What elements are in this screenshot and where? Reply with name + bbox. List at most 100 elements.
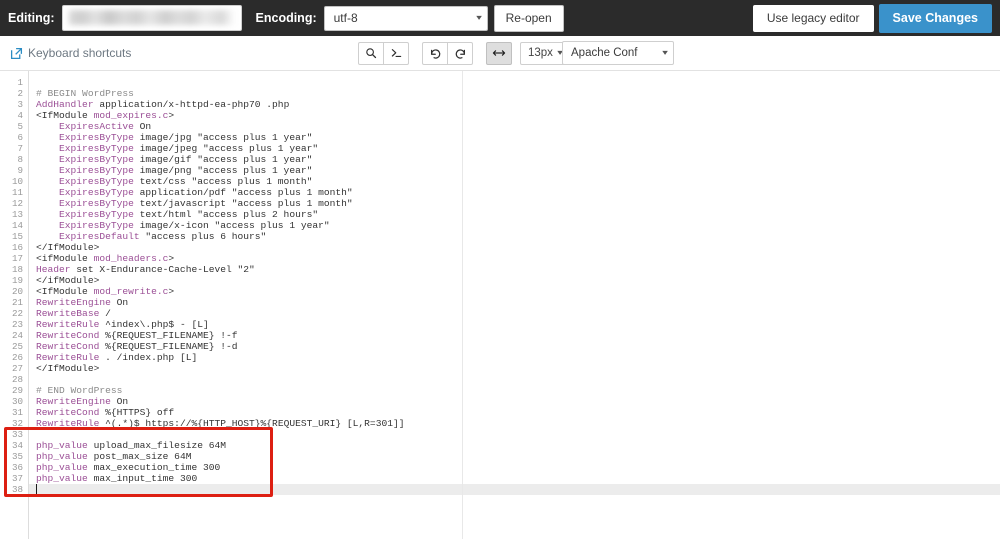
editing-filename-field[interactable] — [61, 5, 242, 31]
code-line[interactable]: RewriteCond %{REQUEST_FILENAME} !-f — [36, 330, 1000, 341]
line-number[interactable]: 12 — [0, 198, 28, 209]
code-line[interactable]: php_value upload_max_filesize 64M — [36, 440, 1000, 451]
line-number[interactable]: 34 — [0, 440, 28, 451]
code-token: application/pdf "access plus 1 month" — [133, 187, 353, 198]
code-line[interactable]: ExpiresByType image/jpeg "access plus 1 … — [36, 143, 1000, 154]
line-number[interactable]: 26 — [0, 352, 28, 363]
line-number[interactable]: 30 — [0, 396, 28, 407]
keyboard-shortcuts-link[interactable]: Keyboard shortcuts — [10, 46, 131, 60]
line-number[interactable]: 35 — [0, 451, 28, 462]
code-line[interactable]: php_value max_execution_time 300 — [36, 462, 1000, 473]
syntax-mode-select[interactable]: Apache Conf ▾ — [562, 41, 674, 65]
code-line[interactable]: RewriteBase / — [36, 308, 1000, 319]
line-number[interactable]: 24 — [0, 330, 28, 341]
font-size-select[interactable]: 13px ▾ — [520, 41, 568, 65]
line-number[interactable]: 3 — [0, 99, 28, 110]
line-number[interactable]: 38 — [0, 484, 28, 495]
code-line[interactable]: RewriteRule ^index\.php$ - [L] — [36, 319, 1000, 330]
code-line[interactable]: ExpiresByType text/css "access plus 1 mo… — [36, 176, 1000, 187]
line-number[interactable]: 32 — [0, 418, 28, 429]
command-prompt-button[interactable] — [383, 41, 409, 65]
code-line[interactable]: <IfModule mod_expires.c> — [36, 110, 1000, 121]
line-number[interactable]: 10 — [0, 176, 28, 187]
line-number[interactable]: 19 — [0, 275, 28, 286]
code-line[interactable]: <IfModule mod_rewrite.c> — [36, 286, 1000, 297]
line-number[interactable]: 31 — [0, 407, 28, 418]
code-line[interactable]: </ifModule> — [36, 275, 1000, 286]
code-line[interactable]: php_value post_max_size 64M — [36, 451, 1000, 462]
line-number[interactable]: 13 — [0, 209, 28, 220]
encoding-label: Encoding: — [255, 11, 317, 25]
code-line[interactable]: ExpiresByType image/x-icon "access plus … — [36, 220, 1000, 231]
code-line[interactable]: ExpiresByType image/png "access plus 1 y… — [36, 165, 1000, 176]
line-number[interactable]: 25 — [0, 341, 28, 352]
code-line[interactable]: ExpiresByType image/jpg "access plus 1 y… — [36, 132, 1000, 143]
line-number[interactable]: 15 — [0, 231, 28, 242]
line-number[interactable]: 37 — [0, 473, 28, 484]
code-line[interactable]: RewriteRule ^(.*)$ https://%{HTTP_HOST}%… — [36, 418, 1000, 429]
save-changes-button[interactable]: Save Changes — [878, 3, 992, 33]
code-line[interactable] — [36, 429, 1000, 440]
code-editor[interactable]: 1 2 3 4 5 6 7 8 9 10 11 12 13 14 15 16 17 18 19 20 21 22 23 24 2… — [0, 71, 1000, 539]
code-line[interactable]: ExpiresByType application/pdf "access pl… — [36, 187, 1000, 198]
code-line[interactable]: RewriteEngine On — [36, 297, 1000, 308]
code-token: ExpiresByType — [59, 165, 134, 176]
line-number[interactable]: 1 — [0, 77, 28, 88]
line-number[interactable]: 4 — [0, 110, 28, 121]
line-number[interactable]: 23 — [0, 319, 28, 330]
line-number[interactable]: 11 — [0, 187, 28, 198]
code-line[interactable]: ExpiresByType text/javascript "access pl… — [36, 198, 1000, 209]
line-number[interactable]: 33 — [0, 429, 28, 440]
line-number[interactable]: 27 — [0, 363, 28, 374]
code-line[interactable]: # END WordPress — [36, 385, 1000, 396]
chevron-down-icon: ▾ — [475, 13, 482, 22]
line-number[interactable]: 7 — [0, 143, 28, 154]
line-number-gutter[interactable]: 1 2 3 4 5 6 7 8 9 10 11 12 13 14 15 16 17 18 19 20 21 22 23 24 2… — [0, 71, 29, 539]
code-line[interactable]: </IfModule> — [36, 242, 1000, 253]
code-line[interactable]: # BEGIN WordPress — [36, 88, 1000, 99]
line-number[interactable]: 6 — [0, 132, 28, 143]
code-line[interactable]: Header set X-Endurance-Cache-Level "2" — [36, 264, 1000, 275]
line-number[interactable]: 22 — [0, 308, 28, 319]
use-legacy-editor-button[interactable]: Use legacy editor — [752, 4, 874, 32]
redo-button[interactable] — [447, 41, 473, 65]
code-line[interactable]: RewriteRule . /index.php [L] — [36, 352, 1000, 363]
code-line[interactable]: php_value max_input_time 300 — [36, 473, 1000, 484]
line-number[interactable]: 2 — [0, 88, 28, 99]
line-number[interactable]: 21 — [0, 297, 28, 308]
line-number[interactable]: 28 — [0, 374, 28, 385]
code-line[interactable]: RewriteCond %{REQUEST_FILENAME} !-d — [36, 341, 1000, 352]
line-number[interactable]: 17 — [0, 253, 28, 264]
code-line[interactable] — [36, 374, 1000, 385]
line-number[interactable]: 18 — [0, 264, 28, 275]
code-token: ExpiresByType — [59, 154, 134, 165]
encoding-select[interactable]: utf-8 ▾ — [323, 5, 488, 31]
code-content[interactable]: # BEGIN WordPress AddHandler application/… — [29, 71, 1000, 539]
search-button[interactable] — [358, 41, 384, 65]
reopen-button[interactable]: Re-open — [493, 4, 564, 32]
line-number[interactable]: 20 — [0, 286, 28, 297]
code-line[interactable]: ExpiresActive On — [36, 121, 1000, 132]
code-line[interactable]: <ifModule mod_headers.c> — [36, 253, 1000, 264]
line-number[interactable]: 16 — [0, 242, 28, 253]
code-line[interactable]: ExpiresDefault "access plus 6 hours" — [36, 231, 1000, 242]
code-line[interactable]: RewriteEngine On — [36, 396, 1000, 407]
line-number[interactable]: 5 — [0, 121, 28, 132]
line-number[interactable]: 14 — [0, 220, 28, 231]
line-number[interactable]: 29 — [0, 385, 28, 396]
line-number[interactable]: 36 — [0, 462, 28, 473]
code-line[interactable]: RewriteCond %{HTTPS} off — [36, 407, 1000, 418]
code-line[interactable]: AddHandler application/x-httpd-ea-php70 … — [36, 99, 1000, 110]
undo-button[interactable] — [422, 41, 448, 65]
code-line[interactable] — [36, 484, 1000, 495]
code-token: %{HTTPS} off — [99, 407, 175, 418]
code-line[interactable]: ExpiresByType text/html "access plus 2 h… — [36, 209, 1000, 220]
line-number[interactable]: 9 — [0, 165, 28, 176]
word-wrap-button[interactable] — [486, 41, 512, 65]
code-line[interactable]: ExpiresByType image/gif "access plus 1 y… — [36, 154, 1000, 165]
line-number[interactable]: 8 — [0, 154, 28, 165]
top-bar: Editing: Encoding: utf-8 ▾ Re-open Use l… — [0, 0, 1000, 36]
code-line[interactable] — [36, 77, 1000, 88]
code-line[interactable]: </IfModule> — [36, 363, 1000, 374]
